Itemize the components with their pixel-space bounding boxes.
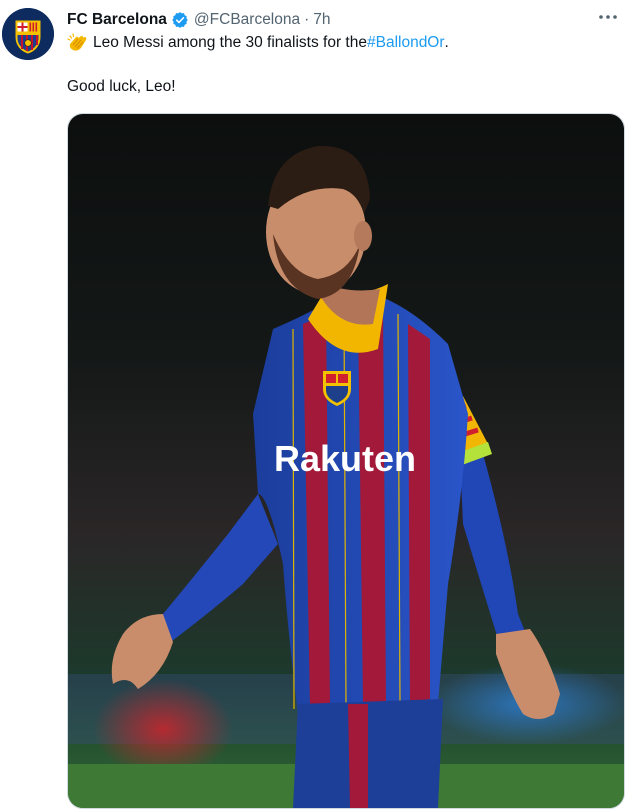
player-photo: Rakuten bbox=[68, 114, 624, 808]
hashtag-link[interactable]: #BallondOr bbox=[367, 34, 445, 52]
avatar[interactable] bbox=[2, 8, 54, 60]
jersey-sponsor: Rakuten bbox=[274, 438, 416, 479]
tweet-text-line2: Good luck, Leo! bbox=[67, 78, 176, 95]
tweet-text-end: . bbox=[444, 34, 449, 51]
timestamp[interactable]: 7h bbox=[313, 11, 330, 29]
tweet[interactable]: FC Barcelona @FCBarcelona · 7h Leo Messi… bbox=[0, 0, 626, 810]
tweet-header: FC Barcelona @FCBarcelona · 7h bbox=[67, 9, 606, 31]
fc-barcelona-crest-icon bbox=[2, 8, 54, 60]
tweet-text-line1: Leo Messi among the 30 finalists for the… bbox=[67, 33, 449, 53]
tweet-text: Leo Messi among the 30 finalists for the bbox=[93, 34, 367, 51]
author-handle[interactable]: @FCBarcelona bbox=[194, 11, 300, 29]
verified-badge-icon[interactable] bbox=[171, 11, 189, 29]
separator-dot: · bbox=[304, 11, 310, 28]
author-name[interactable]: FC Barcelona bbox=[67, 11, 167, 29]
tweet-photo[interactable]: Rakuten bbox=[67, 113, 625, 809]
more-options-icon[interactable] bbox=[594, 6, 622, 28]
clapping-hands-icon bbox=[67, 33, 87, 51]
